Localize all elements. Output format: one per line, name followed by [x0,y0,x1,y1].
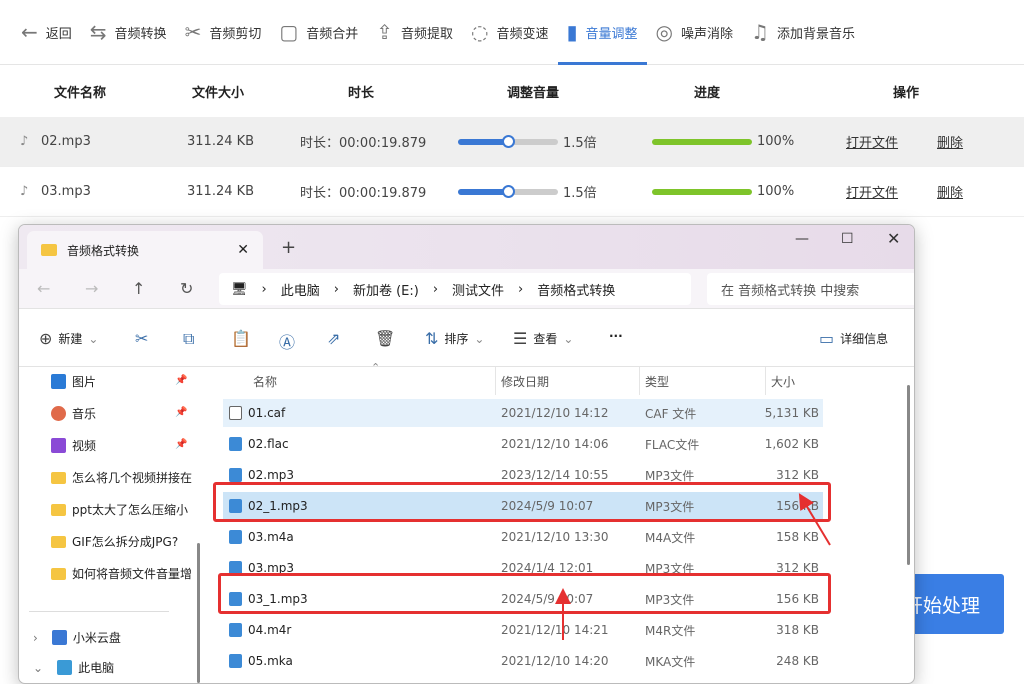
annotation-arrows [555,493,831,640]
arrow [798,493,831,546]
